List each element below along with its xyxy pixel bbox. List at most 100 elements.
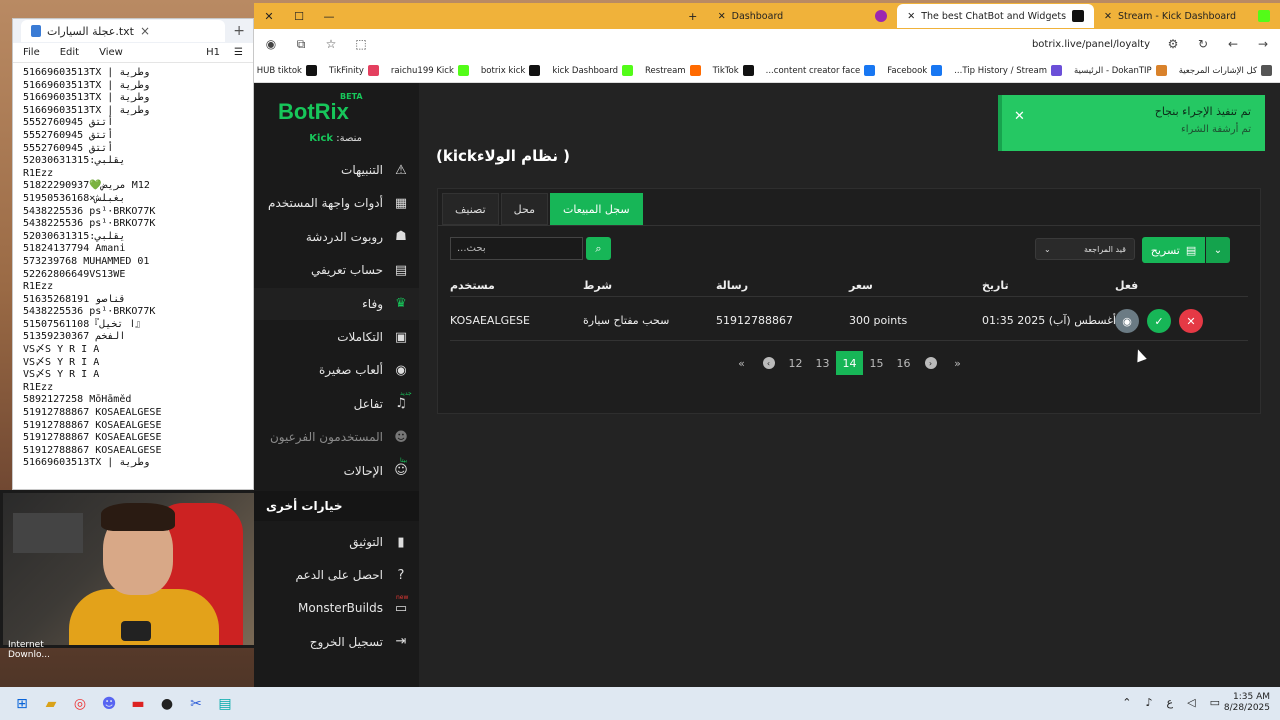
sidebar-item[interactable]: ⚠ التنبيهات bbox=[254, 154, 419, 186]
close-window-icon[interactable]: ✕ bbox=[254, 10, 284, 23]
page-button[interactable]: 13 bbox=[809, 351, 836, 375]
chrome-icon[interactable]: ◎ bbox=[66, 692, 94, 716]
last-page-icon[interactable]: » bbox=[944, 351, 971, 375]
snipping-tool-icon[interactable]: ✂ bbox=[182, 692, 210, 716]
forward-icon[interactable]: → bbox=[1256, 37, 1270, 51]
search-input[interactable]: ...بحث bbox=[450, 237, 583, 260]
sidebar-item[interactable]: ☺ الإحالات بيتا bbox=[254, 455, 419, 487]
file-explorer-icon[interactable]: ▰ bbox=[37, 692, 65, 716]
bookmark-item[interactable]: DokanTIP - الرئيسية bbox=[1074, 65, 1167, 76]
site-settings-icon[interactable]: ⚙ bbox=[1166, 37, 1180, 51]
col-user[interactable]: مستخدم bbox=[450, 273, 495, 297]
url-field[interactable]: botrix.live/panel/loyalty bbox=[1032, 39, 1150, 50]
close-tab-icon[interactable]: ✕ bbox=[718, 11, 726, 22]
bookmark-item[interactable]: raichu199 Kick bbox=[391, 65, 469, 76]
export-dropdown-button[interactable]: ⌄ bbox=[1206, 237, 1230, 263]
desktop-icon-label[interactable]: Internet Downlo... bbox=[8, 640, 50, 660]
bookmark-item[interactable]: TikTok bbox=[713, 65, 754, 76]
volume-icon[interactable]: ◁ bbox=[1187, 696, 1195, 709]
view-button[interactable]: ◉ bbox=[1115, 309, 1139, 333]
heading-dropdown[interactable]: H1 bbox=[206, 47, 220, 58]
chevron-up-icon[interactable]: ⌃ bbox=[1122, 696, 1131, 709]
col-price[interactable]: سعر bbox=[849, 273, 873, 297]
sidebar-item[interactable]: ▦ أدوات واجهة المستخدم bbox=[254, 187, 419, 219]
bookmark-star-icon[interactable]: ☆ bbox=[324, 37, 338, 51]
page-button[interactable]: 16 bbox=[890, 351, 917, 375]
first-page-icon[interactable]: « bbox=[728, 351, 755, 375]
next-page-button[interactable]: › bbox=[917, 351, 944, 375]
sidebar-item[interactable]: ? احصل على الدعم bbox=[254, 559, 419, 591]
bookmark-item[interactable]: botrix kick bbox=[481, 65, 541, 76]
tab-dashboard[interactable]: ✕ Dashboard bbox=[708, 4, 898, 28]
close-tab-icon[interactable]: ✕ bbox=[907, 11, 915, 22]
bookmark-favicon-icon bbox=[622, 65, 634, 76]
menu-view[interactable]: View bbox=[99, 47, 123, 58]
obs-icon[interactable]: ● bbox=[153, 692, 181, 716]
sidebar-item[interactable]: ☻ المستخدمون الفرعيون bbox=[254, 421, 419, 453]
tab-botrix[interactable]: ✕ The best ChatBot and Widgets bbox=[897, 4, 1095, 28]
new-tab-icon[interactable]: + bbox=[233, 23, 245, 39]
microphone-icon[interactable]: ♪ bbox=[1146, 696, 1153, 709]
bookmark-item[interactable]: CREATOR HUB tiktok bbox=[254, 65, 317, 76]
list-icon[interactable]: ☰ bbox=[234, 47, 243, 58]
sidebar-item[interactable]: ☗ روبوت الدردشة bbox=[254, 221, 419, 253]
notepad-icon[interactable]: ▤ bbox=[211, 692, 239, 716]
tab-store[interactable]: محل bbox=[500, 193, 548, 225]
translate-icon[interactable]: ⬚ bbox=[354, 37, 368, 51]
col-date[interactable]: تاريخ bbox=[982, 273, 1009, 297]
new-tab-icon[interactable]: + bbox=[678, 10, 708, 23]
sidebar-item[interactable]: ◉ ألعاب صغيرة bbox=[254, 354, 419, 386]
page-button[interactable]: 14 bbox=[836, 351, 863, 375]
bookmark-item[interactable]: Facebook bbox=[887, 65, 943, 76]
extensions-icon[interactable]: ⧉ bbox=[294, 37, 308, 52]
minimize-window-icon[interactable]: — bbox=[314, 10, 344, 23]
sidebar-item-label: التكاملات bbox=[337, 330, 383, 344]
discord-icon[interactable]: ☻ bbox=[95, 692, 123, 716]
maximize-window-icon[interactable]: ☐ bbox=[284, 10, 314, 23]
reload-icon[interactable]: ↻ bbox=[1196, 37, 1210, 51]
page-button[interactable]: 15 bbox=[863, 351, 890, 375]
bookmark-item[interactable]: كل الإشارات المرجعية bbox=[1179, 65, 1272, 76]
prev-page-button[interactable]: ‹ bbox=[755, 351, 782, 375]
sidebar-item[interactable]: ▤ حساب تعريفي bbox=[254, 254, 419, 286]
menu-edit[interactable]: Edit bbox=[60, 47, 79, 58]
notepad-tab[interactable]: عجلة السيارات.txt × bbox=[21, 20, 226, 42]
tab-kick-dashboard[interactable]: ✕ Stream - Kick Dashboard bbox=[1094, 4, 1280, 28]
back-icon[interactable]: ← bbox=[1226, 37, 1240, 51]
brand-logo[interactable]: BotRix bbox=[278, 99, 349, 125]
bookmark-item[interactable]: kick Dashboard bbox=[552, 65, 634, 76]
close-icon[interactable]: ✕ bbox=[1014, 109, 1025, 124]
language-icon[interactable]: ع bbox=[1167, 696, 1174, 709]
sidebar-item[interactable]: ♫ تفاعل جديد bbox=[254, 388, 419, 420]
sidebar-item[interactable]: ▣ التكاملات bbox=[254, 321, 419, 353]
bookmark-item[interactable]: Restream bbox=[645, 65, 701, 76]
page-button[interactable]: 12 bbox=[782, 351, 809, 375]
approve-button[interactable]: ✓ bbox=[1147, 309, 1171, 333]
bookmark-item[interactable]: TikFinity bbox=[329, 65, 379, 76]
sidebar-item[interactable]: ♛ وفاء bbox=[254, 287, 419, 320]
close-tab-icon[interactable]: × bbox=[140, 24, 150, 38]
search-button[interactable]: ⌕ bbox=[586, 237, 611, 260]
notepad-window[interactable]: عجلة السيارات.txt × + File Edit View H1 … bbox=[12, 18, 254, 490]
close-tab-icon[interactable]: ✕ bbox=[1104, 11, 1112, 22]
export-button[interactable]: تسريح ▤ bbox=[1142, 237, 1205, 263]
sidebar-item[interactable]: ▮ التوثيق bbox=[254, 526, 419, 558]
reject-button[interactable]: ✕ bbox=[1179, 309, 1203, 333]
col-message[interactable]: رسالة bbox=[716, 273, 748, 297]
menu-file[interactable]: File bbox=[23, 47, 40, 58]
sidebar-item[interactable]: ⇥ تسجيل الخروج bbox=[254, 626, 419, 658]
battery-icon[interactable]: ▭ bbox=[1210, 696, 1220, 709]
col-condition[interactable]: شرط bbox=[583, 273, 612, 297]
status-filter-select[interactable]: ⌄ قيد المراجعة bbox=[1035, 238, 1135, 260]
sidebar-item[interactable]: ▭ MonsterBuilds new bbox=[254, 592, 419, 624]
profile-icon[interactable]: ◉ bbox=[264, 37, 278, 51]
app-icon[interactable]: ▬ bbox=[124, 692, 152, 716]
windows-start-icon[interactable]: ⊞ bbox=[8, 692, 36, 716]
tab-ranking[interactable]: تصنيف bbox=[442, 193, 499, 225]
bookmark-item[interactable]: Tip History / Stream... bbox=[954, 65, 1062, 76]
tab-sales-log[interactable]: سجل المبيعات bbox=[549, 193, 643, 225]
bookmark-favicon-icon bbox=[864, 65, 876, 76]
bookmark-item[interactable]: content creator face... bbox=[766, 65, 876, 76]
notepad-content[interactable]: 51669603513TX | وطرية 51669603513TX | وطر… bbox=[13, 63, 253, 474]
taskbar-clock[interactable]: 1:35 AM 8/28/2025 bbox=[1224, 692, 1270, 714]
